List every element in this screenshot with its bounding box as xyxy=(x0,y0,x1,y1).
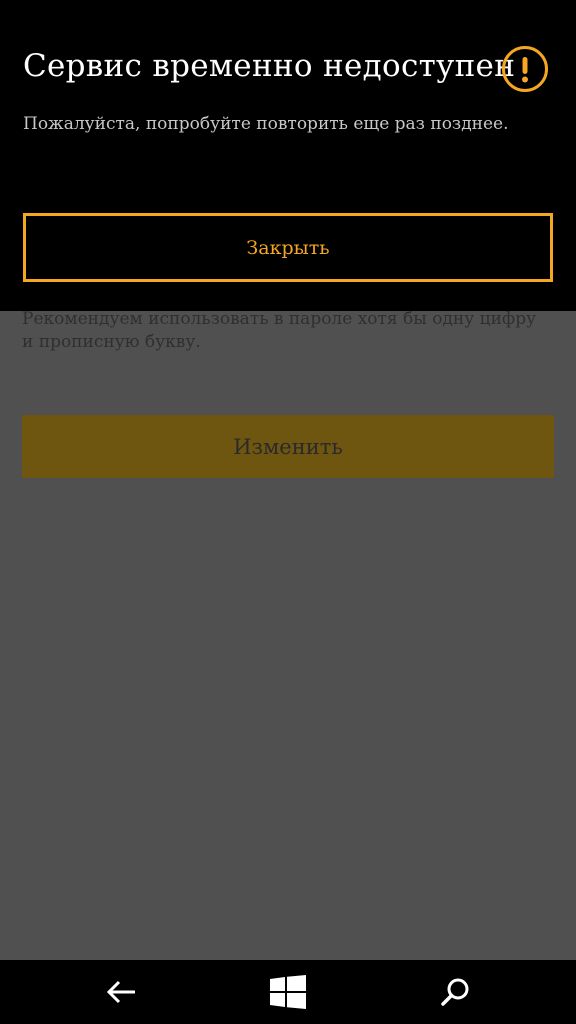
dialog-message: Пожалуйста, попробуйте повторить еще раз… xyxy=(23,114,509,134)
change-button: Изменить xyxy=(22,415,554,478)
navigation-bar xyxy=(0,960,576,1024)
search-button[interactable] xyxy=(436,972,476,1012)
windows-logo-icon xyxy=(270,975,306,1009)
back-arrow-icon xyxy=(107,980,135,1004)
error-dialog: Сервис временно недоступен Пожалуйста, п… xyxy=(0,0,576,311)
warning-icon xyxy=(502,46,548,92)
start-button[interactable] xyxy=(268,972,308,1012)
screen: Рекомендуем использовать в пароле хотя б… xyxy=(0,0,576,1024)
dialog-title: Сервис временно недоступен xyxy=(23,48,516,84)
search-icon xyxy=(441,978,469,1006)
back-button[interactable] xyxy=(102,972,142,1012)
close-button[interactable]: Закрыть xyxy=(23,213,553,282)
password-hint-text: Рекомендуем использовать в пароле хотя б… xyxy=(22,309,537,352)
